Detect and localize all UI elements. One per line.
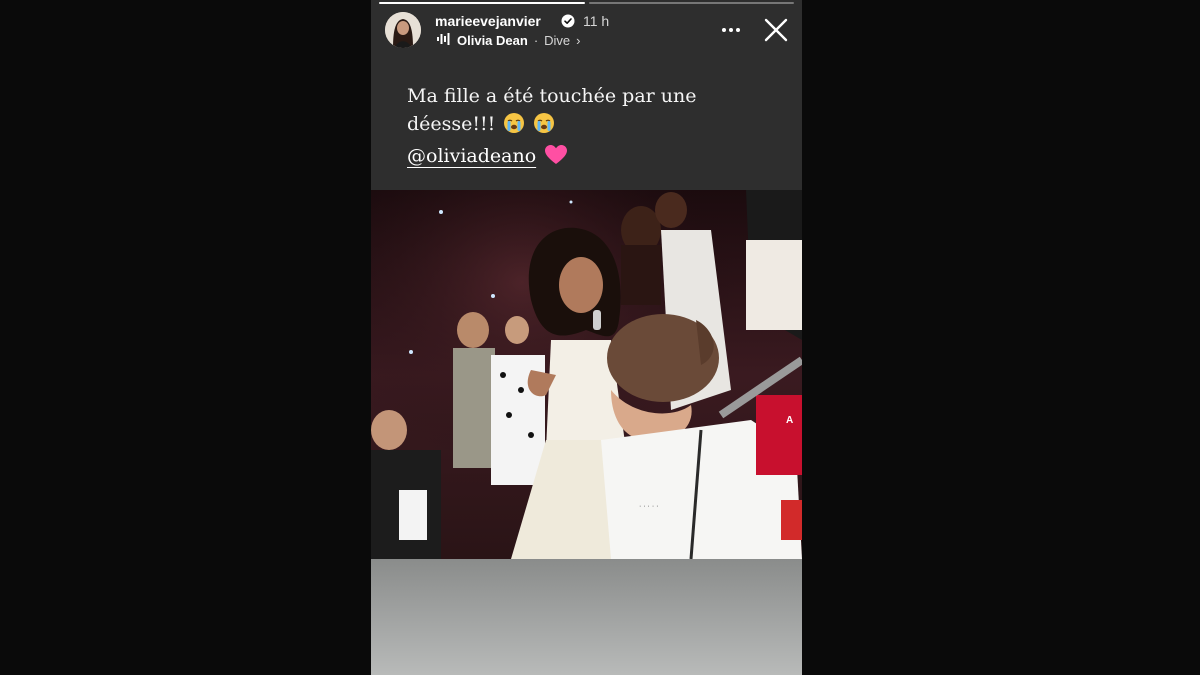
verified-badge-icon [561,14,575,33]
avatar-image [385,12,421,48]
pink-heart-emoji [544,144,568,174]
music-separator: · [533,33,539,48]
concert-photo: · · · · · A [371,190,802,559]
progress-segment [588,2,794,4]
loudly-crying-face-emoji [503,112,525,142]
music-artist: Olivia Dean [457,33,528,48]
caption-line-3: @oliviadeano [407,142,777,174]
username[interactable]: marieevejanvier [435,13,541,29]
svg-text:A: A [786,415,793,426]
story-progress-bar [379,2,794,4]
story-viewer[interactable]: marieevejanvier 11 h Olivia Dean · Dive … [371,0,802,675]
avatar[interactable] [385,12,421,48]
chevron-right-icon: › [576,33,581,48]
more-horizontal-icon [722,28,740,32]
svg-text:· · · · ·: · · · · · [639,503,658,510]
concert-photo-image: · · · · · A [371,190,802,559]
caption-line-2: déesse!!! [407,110,777,142]
music-attribution[interactable]: Olivia Dean · Dive › [437,33,581,48]
loudly-crying-face-emoji [533,112,555,142]
close-button[interactable] [762,16,790,44]
story-caption: Ma fille a été touchée par une déesse!!! [407,82,777,174]
caption-line-2-text: déesse!!! [407,113,496,135]
post-time: 11 h [583,13,610,29]
mention-link[interactable]: @oliviadeano [407,145,536,167]
story-bottom-area [371,559,802,675]
close-icon [764,18,788,42]
story-header: marieevejanvier 11 h Olivia Dean · Dive … [385,12,794,50]
more-options-button[interactable] [720,20,742,40]
caption-line-1: Ma fille a été touchée par une [407,85,697,107]
music-track: Dive [544,33,571,48]
sound-wave-icon [437,33,451,48]
progress-segment [379,2,585,4]
